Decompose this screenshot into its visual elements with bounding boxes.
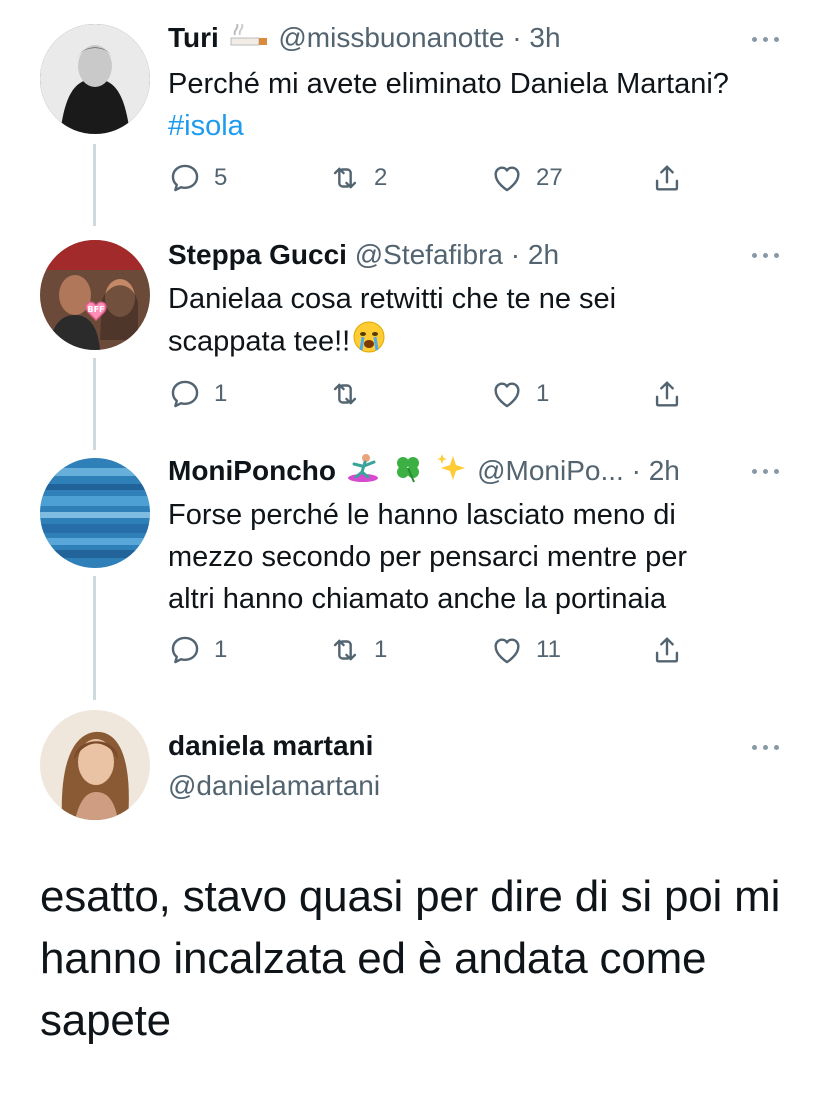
share-button[interactable] <box>650 632 684 668</box>
avatar[interactable] <box>40 458 150 568</box>
sparkles-emoji-icon <box>435 452 467 488</box>
retweet-icon <box>328 161 362 195</box>
reply-icon <box>168 633 202 667</box>
reply-button[interactable]: 1 <box>168 632 227 668</box>
thread-line <box>93 144 96 226</box>
retweet-icon <box>328 633 362 667</box>
retweet-button[interactable]: 1 <box>328 632 387 668</box>
timestamp[interactable]: · 2h <box>632 455 680 486</box>
reply-count: 1 <box>214 636 228 663</box>
timestamp[interactable]: · 2h <box>511 239 559 270</box>
like-button[interactable]: 11 <box>490 632 561 668</box>
tweet-1[interactable]: Turi @missbuonanotte · 3h Perché mi avet… <box>0 0 828 226</box>
reply-icon <box>168 377 202 411</box>
tweet-text: Perché mi avete eliminato Daniela Martan… <box>168 63 798 147</box>
more-icon[interactable] <box>752 250 782 260</box>
author-name[interactable]: Steppa Gucci <box>168 239 347 270</box>
avatar[interactable] <box>40 24 150 134</box>
more-icon[interactable] <box>752 34 782 44</box>
surfer-emoji-icon <box>346 452 380 488</box>
retweet-button[interactable] <box>328 376 374 412</box>
like-count: 27 <box>536 164 563 191</box>
tweet-actions: 1 1 11 <box>168 632 708 668</box>
share-icon <box>650 633 684 667</box>
author-name[interactable]: daniela martani <box>168 730 373 761</box>
tweet-header: Turi @missbuonanotte · 3h <box>168 20 768 56</box>
like-button[interactable]: 1 <box>490 376 549 412</box>
like-count: 1 <box>536 380 550 407</box>
author-handle-row: @danielamartani <box>168 768 768 804</box>
tweet-3[interactable]: MoniPoncho @MoniPo... · 2h Forse perché … <box>0 450 828 700</box>
tweet-actions: 1 1 <box>168 376 708 412</box>
share-button[interactable] <box>650 160 684 196</box>
tweet-header: daniela martani <box>168 728 768 764</box>
main-tweet[interactable]: daniela martani @danielamartani esatto, … <box>0 700 828 1094</box>
thread-line <box>93 576 96 700</box>
author-handle[interactable]: @missbuonanotte <box>278 22 504 53</box>
author-name[interactable]: MoniPoncho <box>168 455 336 486</box>
tweet-header: MoniPoncho @MoniPo... · 2h <box>168 452 768 488</box>
reply-button[interactable]: 5 <box>168 160 227 196</box>
share-icon <box>650 377 684 411</box>
main-tweet-text: esatto, stavo quasi per dire di si poi m… <box>40 872 781 1045</box>
reply-icon <box>168 161 202 195</box>
more-icon[interactable] <box>752 742 782 752</box>
author-handle[interactable]: @Stefafibra <box>355 239 503 270</box>
cigarette-emoji-icon <box>229 21 269 56</box>
tweet-text: Danielaa cosa retwitti che te ne sei sca… <box>168 278 798 366</box>
retweet-button[interactable]: 2 <box>328 160 387 196</box>
thread-line <box>93 358 96 450</box>
tweet-actions: 5 2 27 <box>168 160 708 196</box>
author-handle[interactable]: @MoniPo... <box>477 455 624 486</box>
like-icon <box>490 377 524 411</box>
share-icon <box>650 161 684 195</box>
share-button[interactable] <box>650 376 684 412</box>
more-icon[interactable] <box>752 466 782 476</box>
hashtag-link[interactable]: #isola <box>168 105 798 147</box>
author-name[interactable]: Turi <box>168 22 219 53</box>
reply-count: 5 <box>214 164 228 191</box>
retweet-count: 1 <box>374 636 388 663</box>
timestamp[interactable]: · 3h <box>512 22 560 53</box>
like-button[interactable]: 27 <box>490 160 563 196</box>
svg-text:BFF: BFF <box>87 305 104 314</box>
avatar[interactable] <box>40 710 150 820</box>
like-icon <box>490 633 524 667</box>
crying-face-emoji-icon <box>352 320 386 366</box>
like-icon <box>490 161 524 195</box>
like-count: 11 <box>536 636 561 663</box>
retweet-count: 2 <box>374 164 388 191</box>
tweet-2[interactable]: BFF Steppa Gucci @Stefafibra · 2h Daniel… <box>0 220 828 450</box>
author-handle[interactable]: @danielamartani <box>168 770 380 801</box>
reply-count: 1 <box>214 380 228 407</box>
avatar[interactable]: BFF <box>40 240 150 350</box>
retweet-icon <box>328 377 362 411</box>
tweet-header: Steppa Gucci @Stefafibra · 2h <box>168 237 768 273</box>
reply-button[interactable]: 1 <box>168 376 227 412</box>
four-leaf-clover-emoji-icon <box>392 452 424 488</box>
tweet-text: Forse perché le hanno lasciato meno di m… <box>168 499 688 615</box>
